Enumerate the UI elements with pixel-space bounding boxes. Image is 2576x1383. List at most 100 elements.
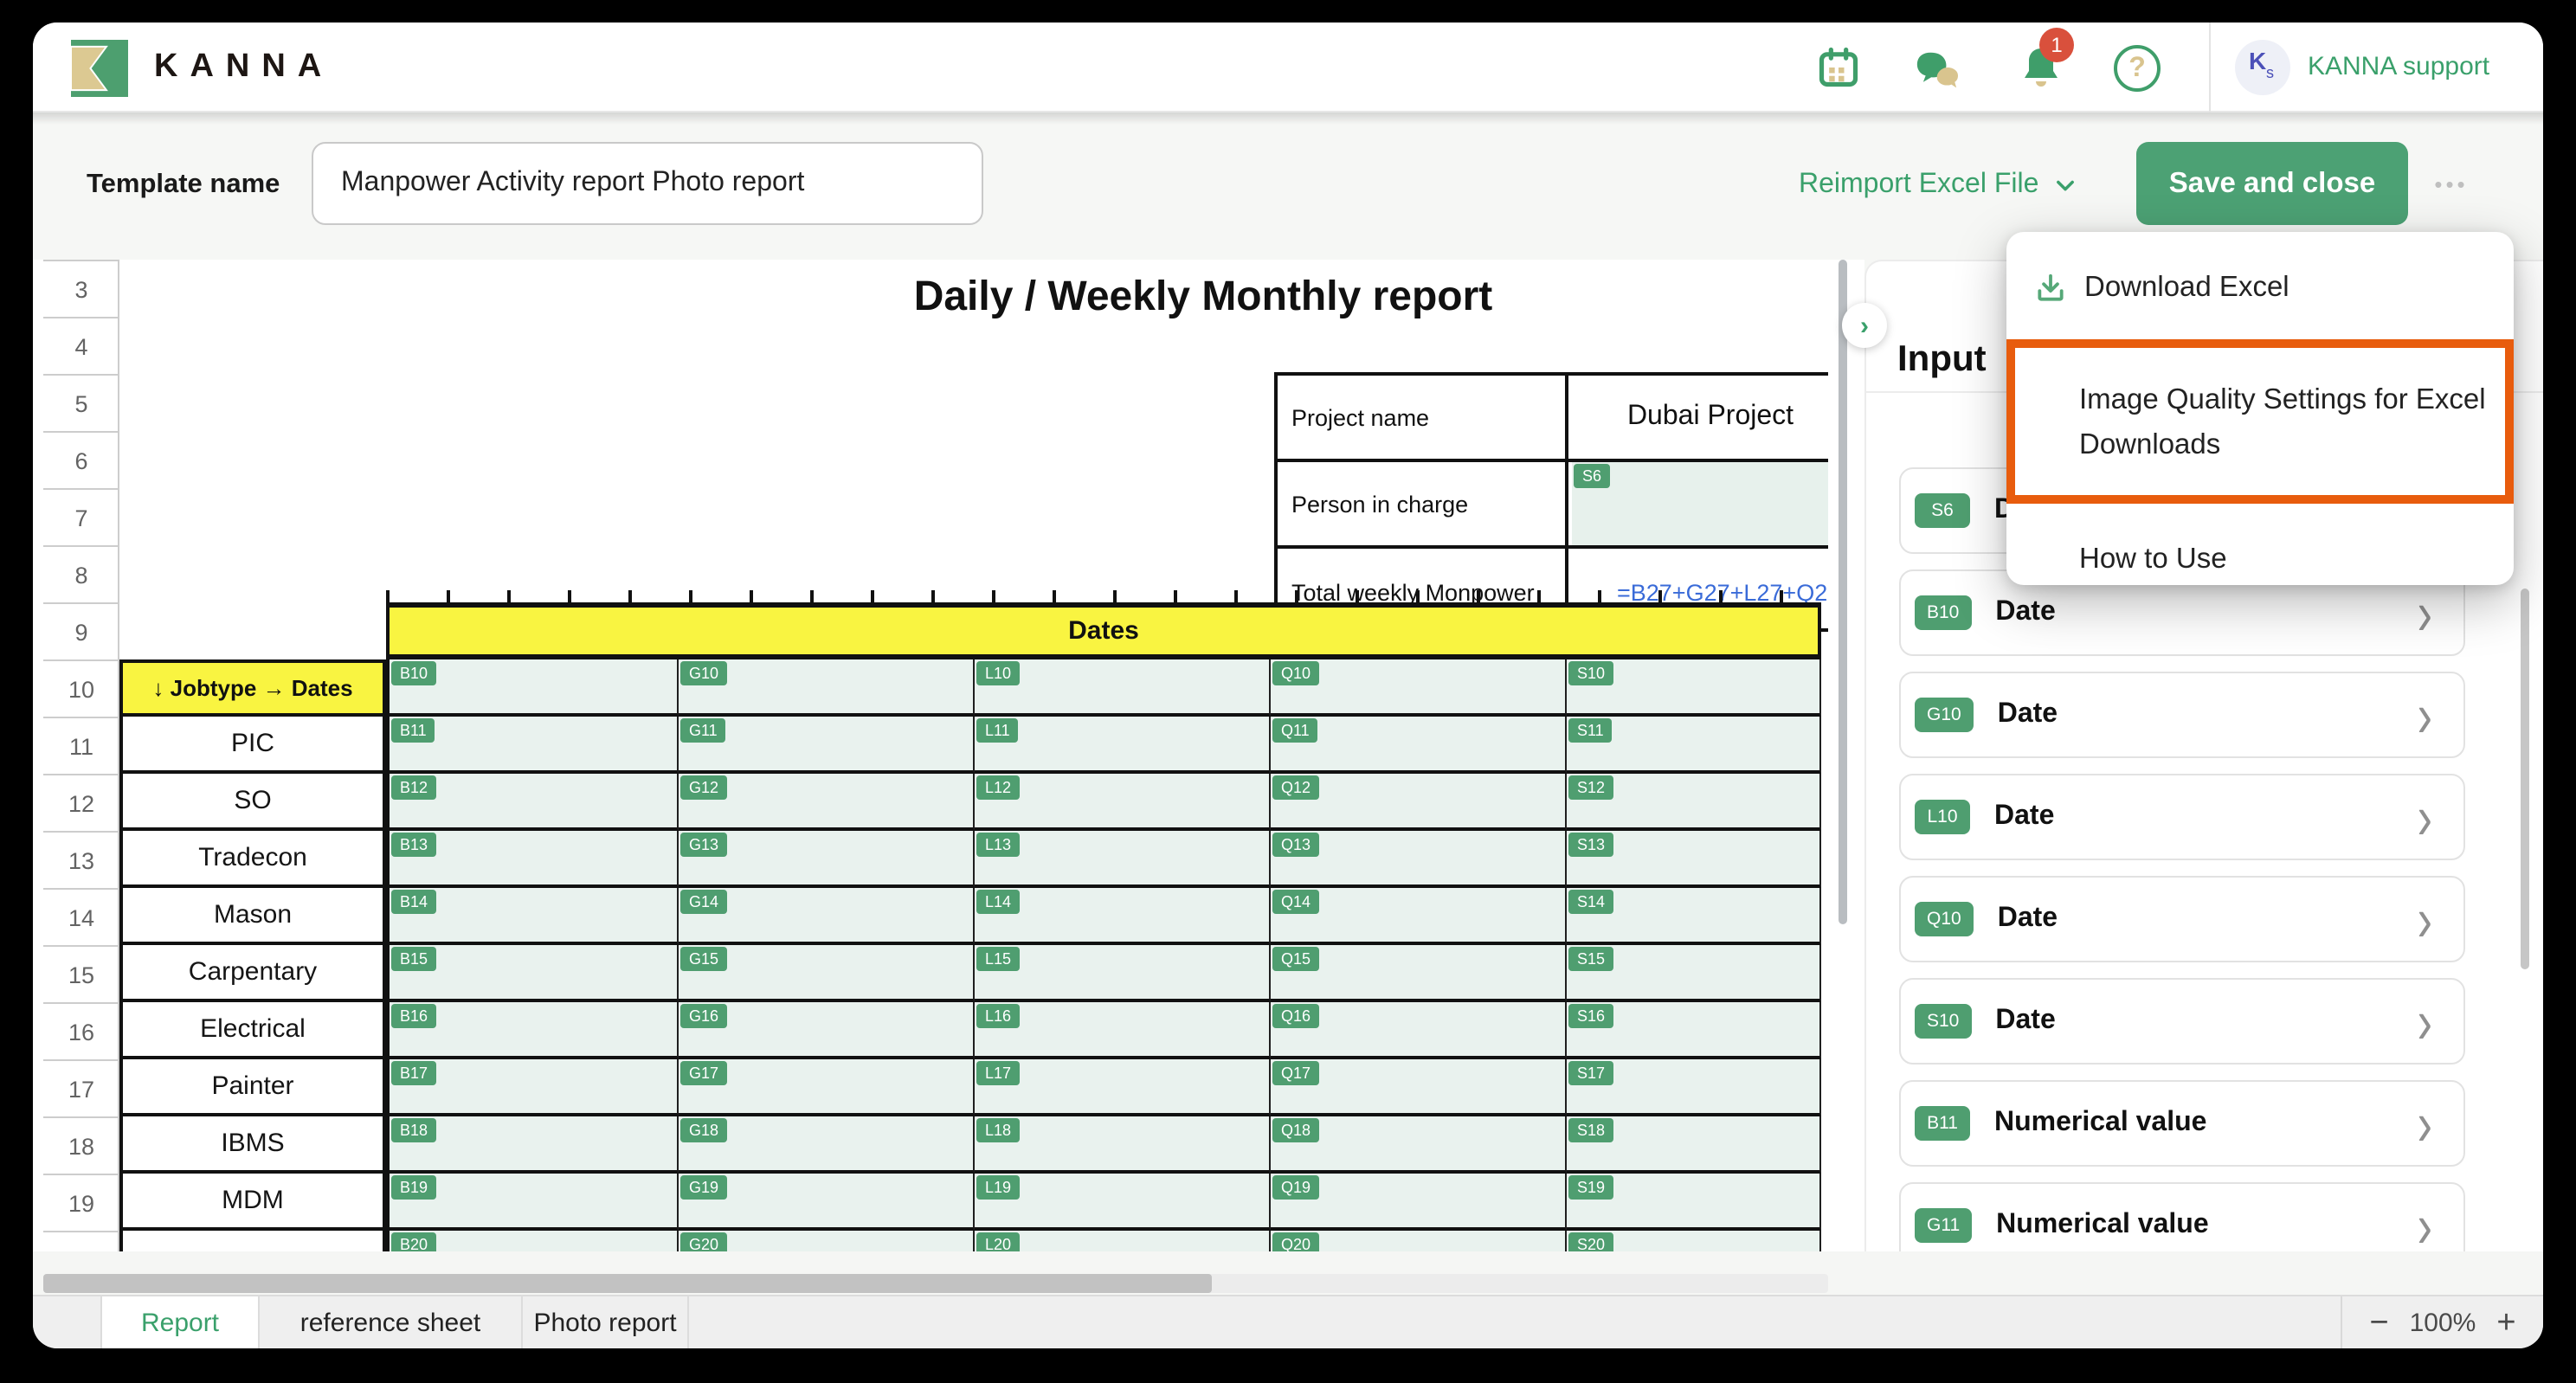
menu-item-download-excel[interactable]: Download Excel: [2006, 254, 2514, 320]
grid-cell-B18[interactable]: B18: [386, 1116, 679, 1174]
grid-cell-G12[interactable]: G12: [679, 774, 975, 831]
grid-cell-S12[interactable]: S12: [1567, 774, 1821, 831]
grid-cell-L15[interactable]: L15: [975, 945, 1271, 1002]
grid-cell-B16[interactable]: B16: [386, 1002, 679, 1059]
grid-cell-L20[interactable]: L20: [975, 1231, 1271, 1251]
chat-icon[interactable]: [1909, 43, 1958, 92]
grid-cell-S18[interactable]: S18: [1567, 1116, 1821, 1174]
grid-cell-Q17[interactable]: Q17: [1271, 1059, 1567, 1116]
grid-cell-L13[interactable]: L13: [975, 831, 1271, 888]
grid-cell-Q12[interactable]: Q12: [1271, 774, 1567, 831]
menu-item-image-quality-settings[interactable]: Image Quality Settings for Excel Downloa…: [2006, 339, 2514, 504]
input-item-Q10[interactable]: Q10Date›: [1899, 876, 2465, 962]
grid-cell-Q16[interactable]: Q16: [1271, 1002, 1567, 1059]
grid-cell-B11[interactable]: B11: [386, 717, 679, 774]
input-item-B11[interactable]: B11Numerical value›: [1899, 1080, 2465, 1167]
template-name-input[interactable]: [312, 142, 983, 225]
grid-cell-S13[interactable]: S13: [1567, 831, 1821, 888]
grid-cell-Q10[interactable]: Q10: [1271, 659, 1567, 717]
zoom-out-button[interactable]: −: [2369, 1307, 2388, 1340]
grid-cell-B19[interactable]: B19: [386, 1174, 679, 1231]
jobtype-corner-header-cell: ↓ Jobtype → Dates: [119, 659, 386, 717]
grid-cell-Q19[interactable]: Q19: [1271, 1174, 1567, 1231]
row-number-4: 4: [43, 318, 119, 376]
info-label: Project name: [1278, 376, 1568, 459]
input-item-label: Date: [1998, 699, 2058, 730]
input-item-L10[interactable]: L10Date›: [1899, 774, 2465, 860]
chevron-right-icon: ›: [2418, 691, 2432, 739]
grid-cell-L12[interactable]: L12: [975, 774, 1271, 831]
grid-cell-S19[interactable]: S19: [1567, 1174, 1821, 1231]
grid-cell-S17[interactable]: S17: [1567, 1059, 1821, 1116]
grid-cell-S10[interactable]: S10: [1567, 659, 1821, 717]
grid-cell-Q15[interactable]: Q15: [1271, 945, 1567, 1002]
panel-scrollbar[interactable]: [2521, 589, 2529, 969]
grid-cell-G14[interactable]: G14: [679, 888, 975, 945]
cell-tag-G16: G16: [680, 1004, 727, 1028]
grid-cell-B13[interactable]: B13: [386, 831, 679, 888]
cell-tag-Q16: Q16: [1272, 1004, 1319, 1028]
tab-report[interactable]: Report: [100, 1296, 260, 1348]
avatar[interactable]: K s: [2235, 40, 2290, 95]
grid-cell-B14[interactable]: B14: [386, 888, 679, 945]
help-icon[interactable]: ?: [2114, 45, 2161, 92]
menu-item-how-to-use[interactable]: How to Use: [2006, 526, 2514, 592]
tab-photo-report[interactable]: Photo report: [523, 1296, 689, 1348]
grid-cell-S16[interactable]: S16: [1567, 1002, 1821, 1059]
grid-cell-Q14[interactable]: Q14: [1271, 888, 1567, 945]
grid-cell-L10[interactable]: L10: [975, 659, 1271, 717]
grid-cell-L18[interactable]: L18: [975, 1116, 1271, 1174]
grid-cell-L19[interactable]: L19: [975, 1174, 1271, 1231]
grid-cell-S20[interactable]: S20: [1567, 1231, 1821, 1251]
grid-cell-G11[interactable]: G11: [679, 717, 975, 774]
more-options-button[interactable]: •••: [2422, 158, 2481, 209]
sheet-horizontal-scrollbar-thumb[interactable]: [43, 1274, 1212, 1293]
grid-cell-B10[interactable]: B10: [386, 659, 679, 717]
grid-cell-L16[interactable]: L16: [975, 1002, 1271, 1059]
grid-cell-S15[interactable]: S15: [1567, 945, 1821, 1002]
grid-cell-G20[interactable]: G20: [679, 1231, 975, 1251]
grid-cell-B17[interactable]: B17: [386, 1059, 679, 1116]
grid-cell-G13[interactable]: G13: [679, 831, 975, 888]
grid-cell-Q18[interactable]: Q18: [1271, 1116, 1567, 1174]
grid-cell-G16[interactable]: G16: [679, 1002, 975, 1059]
grid-cell-Q13[interactable]: Q13: [1271, 831, 1567, 888]
grid-cell-G18[interactable]: G18: [679, 1116, 975, 1174]
grid-cell-G10[interactable]: G10: [679, 659, 975, 717]
sheet-vertical-scrollbar[interactable]: [1839, 260, 1847, 924]
grid-cell-S11[interactable]: S11: [1567, 717, 1821, 774]
panel-collapse-button[interactable]: ›: [1842, 303, 1887, 348]
input-item-label: Numerical value: [1996, 1210, 2208, 1241]
info-value[interactable]: S6: [1572, 462, 1828, 545]
cell-tag-G12: G12: [680, 775, 727, 800]
input-item-S10[interactable]: S10Date›: [1899, 978, 2465, 1065]
grid-cell-G19[interactable]: G19: [679, 1174, 975, 1231]
input-item-G10[interactable]: G10Date›: [1899, 672, 2465, 758]
notification-badge: 1: [2039, 28, 2074, 62]
menu-item-label: How to Use: [2079, 543, 2227, 576]
grid-cell-L14[interactable]: L14: [975, 888, 1271, 945]
grid-cell-L17[interactable]: L17: [975, 1059, 1271, 1116]
reimport-excel-button[interactable]: Reimport Excel File: [1799, 170, 2077, 201]
cell-tag-S13: S13: [1568, 833, 1613, 857]
grid-cell-G17[interactable]: G17: [679, 1059, 975, 1116]
grid-cell-L11[interactable]: L11: [975, 717, 1271, 774]
zoom-in-button[interactable]: +: [2496, 1307, 2515, 1340]
jobtype-cell-row-11: PIC: [119, 717, 386, 774]
grid-cell-Q20[interactable]: Q20: [1271, 1231, 1567, 1251]
grid-cell-Q11[interactable]: Q11: [1271, 717, 1567, 774]
tab-reference-sheet[interactable]: reference sheet: [260, 1296, 523, 1348]
user-name-link[interactable]: KANNA support: [2308, 52, 2489, 81]
calendar-icon[interactable]: [1814, 43, 1863, 92]
jobtype-cell-row-12: SO: [119, 774, 386, 831]
kanna-logo-icon[interactable]: [71, 40, 128, 97]
grid-cell-B12[interactable]: B12: [386, 774, 679, 831]
save-and-close-button[interactable]: Save and close: [2136, 142, 2408, 225]
cell-tag-L20: L20: [976, 1232, 1020, 1251]
grid-cell-B20[interactable]: B20: [386, 1231, 679, 1251]
grid-cell-G15[interactable]: G15: [679, 945, 975, 1002]
more-options-menu: Download Excel Image Quality Settings fo…: [2006, 232, 2514, 585]
grid-cell-B15[interactable]: B15: [386, 945, 679, 1002]
row-number-16: 16: [43, 1004, 119, 1061]
grid-cell-S14[interactable]: S14: [1567, 888, 1821, 945]
